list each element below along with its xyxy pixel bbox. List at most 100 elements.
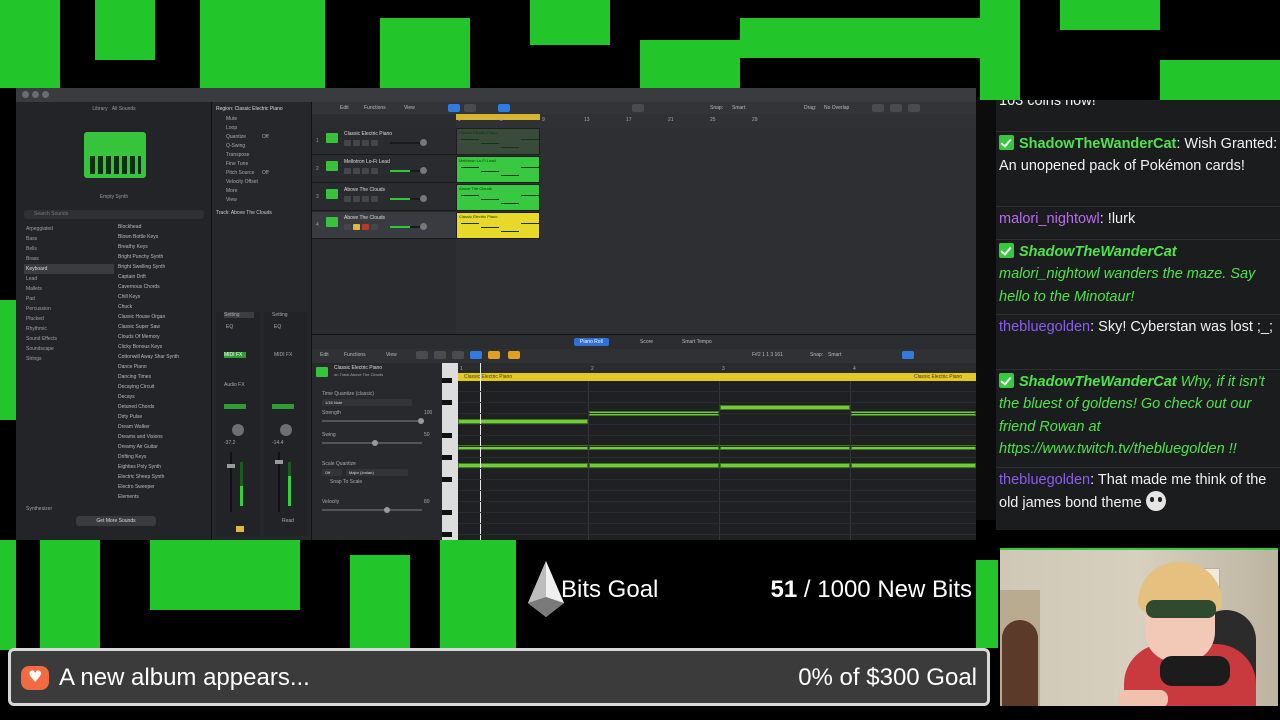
library-search-input[interactable]: Search Sounds [24, 210, 204, 219]
mute-button[interactable] [344, 168, 351, 174]
audio-fx-label[interactable]: Audio FX [224, 382, 245, 388]
tab-smart-tempo[interactable]: Smart Tempo [676, 338, 718, 346]
swing-slider[interactable] [322, 440, 422, 446]
patch-item[interactable]: Dancing Times [118, 372, 206, 382]
category-item[interactable]: Bass [24, 234, 114, 244]
patch-item[interactable]: Dirty Pulse [118, 412, 206, 422]
quantize-button[interactable] [488, 351, 500, 359]
quantize-value[interactable]: Off [262, 134, 269, 140]
region-parameter[interactable]: View [226, 197, 237, 203]
time-quantize-select[interactable]: 1/16 Note [322, 399, 412, 406]
category-item[interactable]: Sound Effects [24, 334, 114, 344]
category-item[interactable]: Bells [24, 244, 114, 254]
track-pan-knob[interactable] [420, 195, 427, 202]
patch-item[interactable]: Decaying Circuit [118, 382, 206, 392]
pan-knob[interactable] [232, 424, 244, 436]
region-inspector-label[interactable]: Region: Classic Electric Piano [216, 106, 283, 112]
tab-score[interactable]: Score [634, 338, 659, 346]
eq-label[interactable]: EQ [274, 324, 281, 330]
volume-fader[interactable] [275, 460, 283, 464]
grid-view-button[interactable] [448, 104, 460, 112]
patch-item[interactable]: Detuned Chords [118, 402, 206, 412]
swing-slider-knob[interactable] [372, 440, 378, 446]
catch-button[interactable] [452, 351, 464, 359]
pan-knob[interactable] [280, 424, 292, 436]
patch-item[interactable]: Bright Swelling Synth [118, 262, 206, 272]
zoom-button[interactable] [890, 104, 902, 112]
midi-region[interactable]: Classic Electric Piano [456, 212, 540, 239]
zoom-button[interactable] [908, 104, 920, 112]
record-button[interactable] [362, 196, 369, 202]
chat-username[interactable]: thebluegolden [999, 472, 1090, 488]
region-parameter[interactable]: Transpose [226, 152, 249, 158]
category-item[interactable]: Percussion [24, 304, 114, 314]
patch-item[interactable]: Elements [118, 492, 206, 502]
patch-item[interactable]: Blockhead [118, 222, 206, 232]
patch-item[interactable]: Drifting Keys [118, 452, 206, 462]
patch-item[interactable]: Bright Punchy Synth [118, 252, 206, 262]
link-button[interactable] [470, 351, 482, 359]
playhead[interactable] [480, 363, 481, 540]
velocity-tool-button[interactable] [508, 351, 520, 359]
track-header[interactable]: 4 Above The Clouds [312, 212, 456, 239]
timeline-ruler[interactable]: 1 5 9 13 17 21 25 29 [456, 114, 976, 128]
region-parameter[interactable]: Pitch Source [226, 170, 254, 176]
patch-item[interactable]: Dance Piano [118, 362, 206, 372]
track-header[interactable]: 3 Above The Clouds [312, 184, 456, 211]
velocity-slider-knob[interactable] [384, 507, 390, 513]
region-parameter[interactable]: Loop [226, 125, 237, 131]
solo-button[interactable] [353, 196, 360, 202]
patch-item[interactable]: Eighties Poly Synth [118, 462, 206, 472]
pitch-source-value[interactable]: Off [262, 170, 269, 176]
patch-item[interactable]: Cottonwill Away Shar Synth [118, 352, 206, 362]
edit-menu[interactable]: Edit [340, 105, 349, 111]
scale-quantize-off[interactable]: Off [322, 469, 342, 476]
black-key[interactable] [442, 378, 452, 383]
zoom-waveform-button[interactable] [872, 104, 884, 112]
black-key[interactable] [442, 477, 452, 482]
black-key[interactable] [442, 400, 452, 405]
patch-item[interactable]: Captain Drift [118, 272, 206, 282]
category-item[interactable]: Soundscape [24, 344, 114, 354]
minimize-window-button[interactable] [32, 91, 39, 98]
region-parameter[interactable]: Quantize [226, 134, 246, 140]
strength-slider[interactable] [322, 418, 424, 424]
send-slot[interactable] [272, 404, 294, 409]
chat-username[interactable]: thebluegolden [999, 319, 1090, 335]
volume-fader[interactable] [227, 464, 235, 468]
patch-item[interactable]: Chuck [118, 302, 206, 312]
input-monitor-button[interactable] [371, 168, 378, 174]
category-item[interactable]: Strings [24, 354, 114, 364]
record-button[interactable] [362, 168, 369, 174]
patch-item[interactable]: Dreamy Air Guitar [118, 442, 206, 452]
midi-fx-button[interactable]: MIDI FX [224, 352, 246, 358]
zoom-window-button[interactable] [42, 91, 49, 98]
patch-item[interactable]: Blown Bottle Keys [118, 232, 206, 242]
chat-username[interactable]: ShadowTheWanderCat [1019, 136, 1176, 152]
send-slot[interactable] [224, 404, 246, 409]
track-header[interactable]: 2 Mellotron Lo-Fi Lead [312, 156, 456, 183]
snap-select[interactable]: Smart [732, 105, 745, 111]
piano-roll-grid[interactable]: 1 2 3 4 Classic Electric Piano Classic Elec… [458, 363, 976, 540]
midi-region[interactable]: Mellotron Lo-Fi Lead [456, 156, 540, 183]
editor-functions-menu[interactable]: Functions [344, 352, 366, 358]
patch-item[interactable]: Electric Sheep Synth [118, 472, 206, 482]
scale-select[interactable]: Major (Ionian) [346, 469, 408, 476]
piano-roll-ruler[interactable]: 1 2 3 4 [458, 363, 976, 373]
solo-button[interactable] [236, 526, 244, 532]
region-parameter[interactable]: Fine Tune [226, 161, 248, 167]
piano-roll-region-bar[interactable]: Classic Electric Piano Classic Electric … [458, 373, 976, 381]
editor-snap-select[interactable]: Smart [828, 352, 841, 358]
track-header[interactable]: 1 Classic Electric Piano [312, 128, 456, 155]
category-item[interactable]: Mallets [24, 284, 114, 294]
chat-username[interactable]: ShadowTheWanderCat [1019, 374, 1177, 390]
mute-button[interactable] [344, 224, 351, 230]
read-label[interactable]: Read [282, 518, 294, 524]
arrange-area[interactable]: Classic Electric Piano Mellotron Lo-Fi Le… [456, 128, 976, 334]
mute-button[interactable] [344, 196, 351, 202]
solo-button[interactable] [353, 140, 360, 146]
patch-item[interactable]: Dream Walker [118, 422, 206, 432]
black-key[interactable] [442, 433, 452, 438]
collapse-button[interactable] [434, 351, 446, 359]
midi-in-button[interactable] [416, 351, 428, 359]
